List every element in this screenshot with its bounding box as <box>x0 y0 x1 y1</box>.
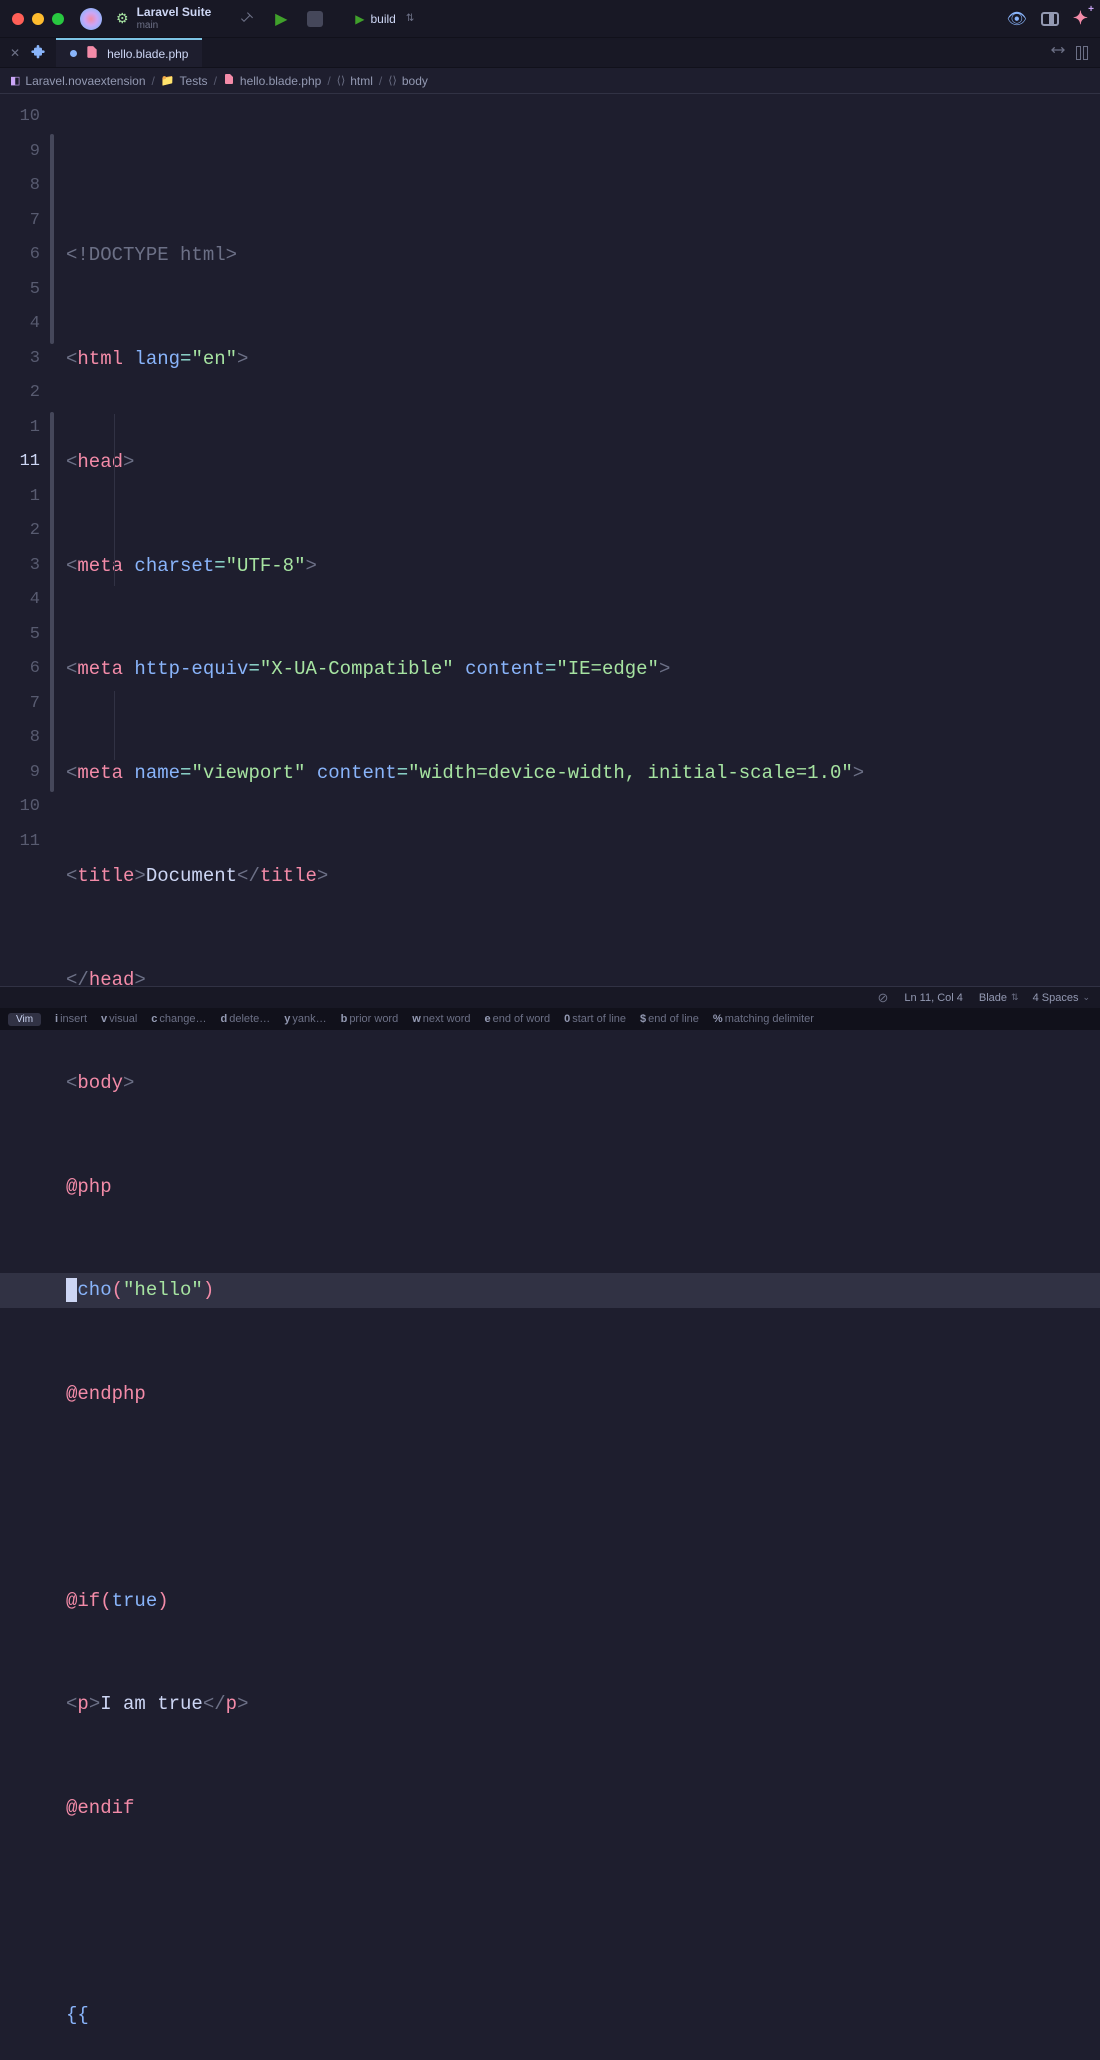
app-icon <box>80 8 102 30</box>
modified-indicator-icon <box>70 50 77 57</box>
blade-file-icon <box>85 45 99 62</box>
project-name: Laravel Suite <box>137 6 212 19</box>
tab-hello-blade[interactable]: hello.blade.php <box>56 38 202 67</box>
preview-button[interactable]: 👁 <box>1007 9 1027 29</box>
breadcrumb-item[interactable]: ⟨⟩ body <box>388 74 428 88</box>
maximize-window-button[interactable] <box>52 13 64 25</box>
ai-assistant-button[interactable]: ✦ <box>1073 8 1088 29</box>
breadcrumb-item[interactable]: 📁 Tests <box>161 74 208 88</box>
build-config-label: build <box>371 12 396 26</box>
tab-bar: ✕ hello.blade.php <box>0 38 1100 68</box>
build-button[interactable] <box>235 7 259 31</box>
chevron-updown-icon: ⇅ <box>406 13 414 24</box>
run-button[interactable]: ▶ <box>269 7 293 31</box>
breadcrumb-item[interactable]: ◧ Laravel.novaextension <box>10 74 146 88</box>
code-symbol-icon: ⟨⟩ <box>388 74 397 87</box>
code-editor[interactable]: 10 9 8 7 6 5 4 3 2 1 11 1 2 3 4 5 6 7 8 … <box>0 94 1100 986</box>
split-editor-button[interactable] <box>1076 46 1088 60</box>
related-files-button[interactable] <box>1050 42 1066 63</box>
breadcrumb-separator: / <box>327 74 330 88</box>
breadcrumb-item[interactable]: hello.blade.php <box>223 73 321 88</box>
close-tab-button[interactable]: ✕ <box>10 46 20 60</box>
stop-button[interactable] <box>303 7 327 31</box>
code-content[interactable]: <!DOCTYPE html> <html lang="en"> <head> … <box>56 94 1100 986</box>
window-controls <box>12 13 64 25</box>
build-config-selector[interactable]: ▶ build ⇅ <box>347 10 422 28</box>
breadcrumb-separator: / <box>379 74 382 88</box>
line-number-gutter[interactable]: 10 9 8 7 6 5 4 3 2 1 11 1 2 3 4 5 6 7 8 … <box>0 94 50 986</box>
breadcrumb-separator: / <box>152 74 155 88</box>
tab-filename: hello.blade.php <box>107 47 188 61</box>
breadcrumb-item[interactable]: ⟨⟩ html <box>337 74 373 88</box>
vim-mode-badge: Vim <box>8 1013 41 1026</box>
extension-icon[interactable] <box>30 43 46 62</box>
branch-name: main <box>137 20 212 31</box>
folder-icon: 📁 <box>161 74 175 87</box>
titlebar: ⚙ Laravel Suite main ▶ ▶ build ⇅ 👁 ✦ <box>0 0 1100 38</box>
extension-icon: ◧ <box>10 74 20 87</box>
close-window-button[interactable] <box>12 13 24 25</box>
minimize-window-button[interactable] <box>32 13 44 25</box>
blade-file-icon <box>223 73 235 88</box>
breadcrumb-separator: / <box>214 74 217 88</box>
project-selector[interactable]: ⚙ Laravel Suite main <box>116 6 211 30</box>
toggle-sidebar-button[interactable] <box>1041 12 1059 26</box>
text-cursor <box>66 1278 77 1302</box>
gear-icon: ⚙ <box>116 10 129 27</box>
breadcrumb-bar: ◧ Laravel.novaextension / 📁 Tests / hell… <box>0 68 1100 94</box>
play-icon: ▶ <box>355 12 364 26</box>
code-symbol-icon: ⟨⟩ <box>337 74 346 87</box>
